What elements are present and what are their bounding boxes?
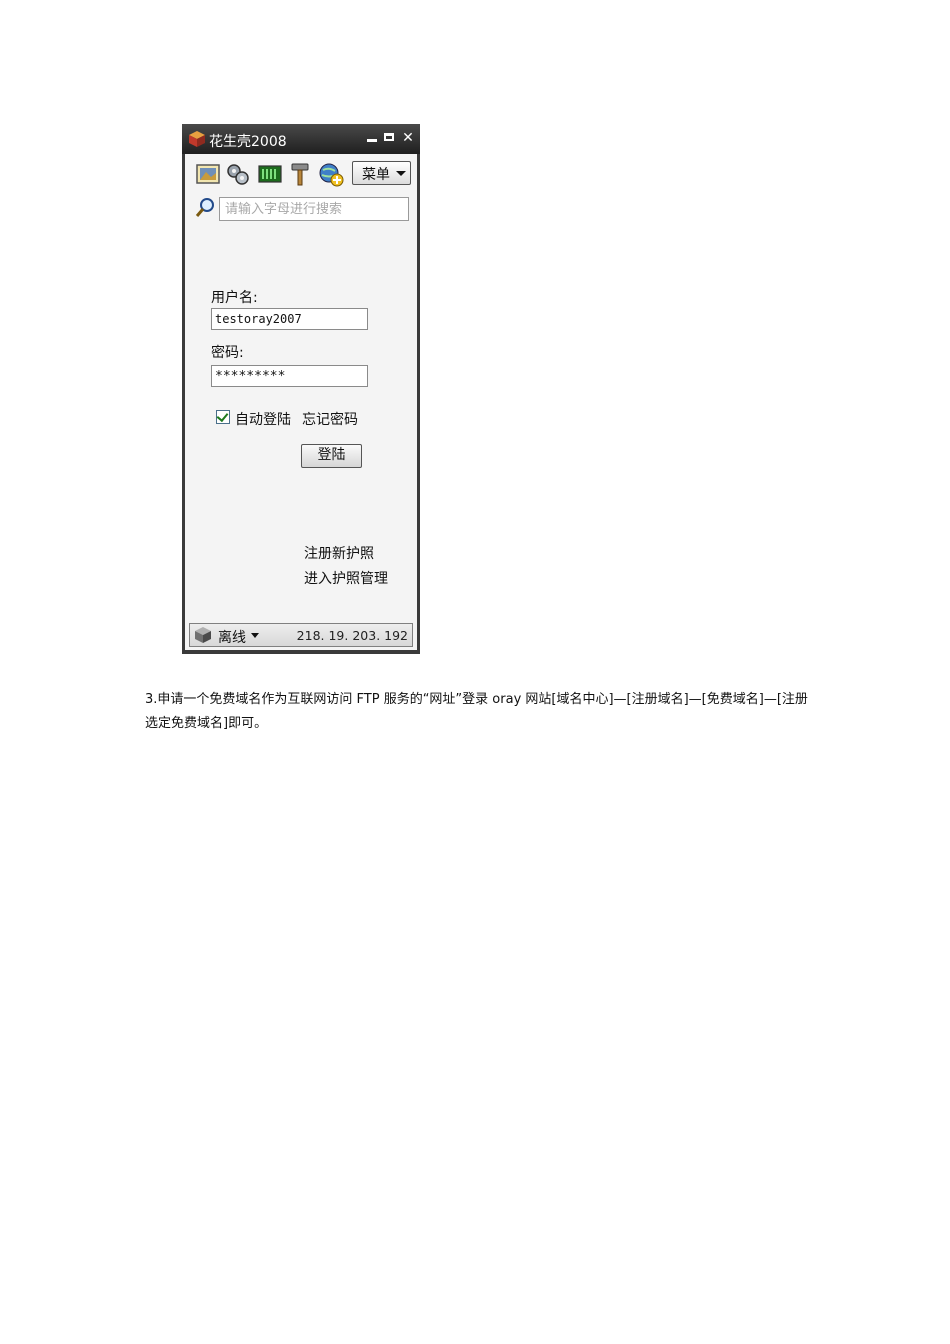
- close-button[interactable]: ✕: [401, 130, 415, 146]
- auto-login-checkbox[interactable]: [216, 409, 230, 424]
- search-icon: [195, 198, 214, 217]
- menu-dropdown-button[interactable]: 菜单: [352, 161, 411, 185]
- checkmark-icon: [216, 409, 229, 423]
- search-input[interactable]: [219, 197, 409, 221]
- image-icon[interactable]: [195, 161, 221, 187]
- memory-meter-icon[interactable]: [257, 161, 283, 187]
- register-passport-link[interactable]: 注册新护照: [304, 543, 374, 563]
- manage-passport-link[interactable]: 进入护照管理: [304, 568, 388, 588]
- peanut-shell-logo-icon: [189, 131, 205, 147]
- username-label: 用户名:: [211, 290, 258, 306]
- globe-add-icon[interactable]: [318, 161, 344, 187]
- title-bar[interactable]: 花生壳2008 ✕: [182, 124, 420, 154]
- status-cube-icon: [195, 627, 211, 643]
- chevron-down-icon: [396, 171, 406, 176]
- menu-label: 菜单: [362, 167, 390, 183]
- window-client-area: 菜单 用户名: 密码: 自动登陆 忘记密码 登陆 注册新护照 进入护照管理: [185, 154, 417, 650]
- restore-icon: [384, 133, 394, 141]
- hammer-icon[interactable]: [288, 161, 314, 187]
- status-bar: 离线 218. 19. 203. 192: [189, 623, 413, 647]
- window-title: 花生壳2008: [209, 134, 287, 150]
- chevron-down-icon[interactable]: [251, 633, 259, 638]
- app-window: 花生壳2008 ✕ 菜单 请输入字母进行搜索 用户名: testoray2007…: [182, 124, 420, 654]
- auto-login-label[interactable]: 自动登陆: [235, 409, 291, 429]
- password-label: 密码:: [211, 345, 244, 361]
- login-button[interactable]: 登陆: [301, 444, 362, 468]
- password-field[interactable]: [211, 365, 368, 387]
- username-field[interactable]: [211, 308, 368, 330]
- minimize-button[interactable]: [365, 130, 379, 146]
- settings-gears-icon[interactable]: [225, 161, 251, 187]
- restore-button[interactable]: [383, 130, 397, 146]
- status-state-dropdown[interactable]: 离线: [218, 627, 246, 647]
- forgot-password-link[interactable]: 忘记密码: [302, 409, 358, 429]
- minimize-icon: [367, 139, 377, 142]
- ip-address: 218. 19. 203. 192: [296, 628, 408, 643]
- instruction-paragraph: 3.申请一个免费域名作为互联网访问 FTP 服务的“网址”登录 oray 网站[…: [145, 692, 808, 731]
